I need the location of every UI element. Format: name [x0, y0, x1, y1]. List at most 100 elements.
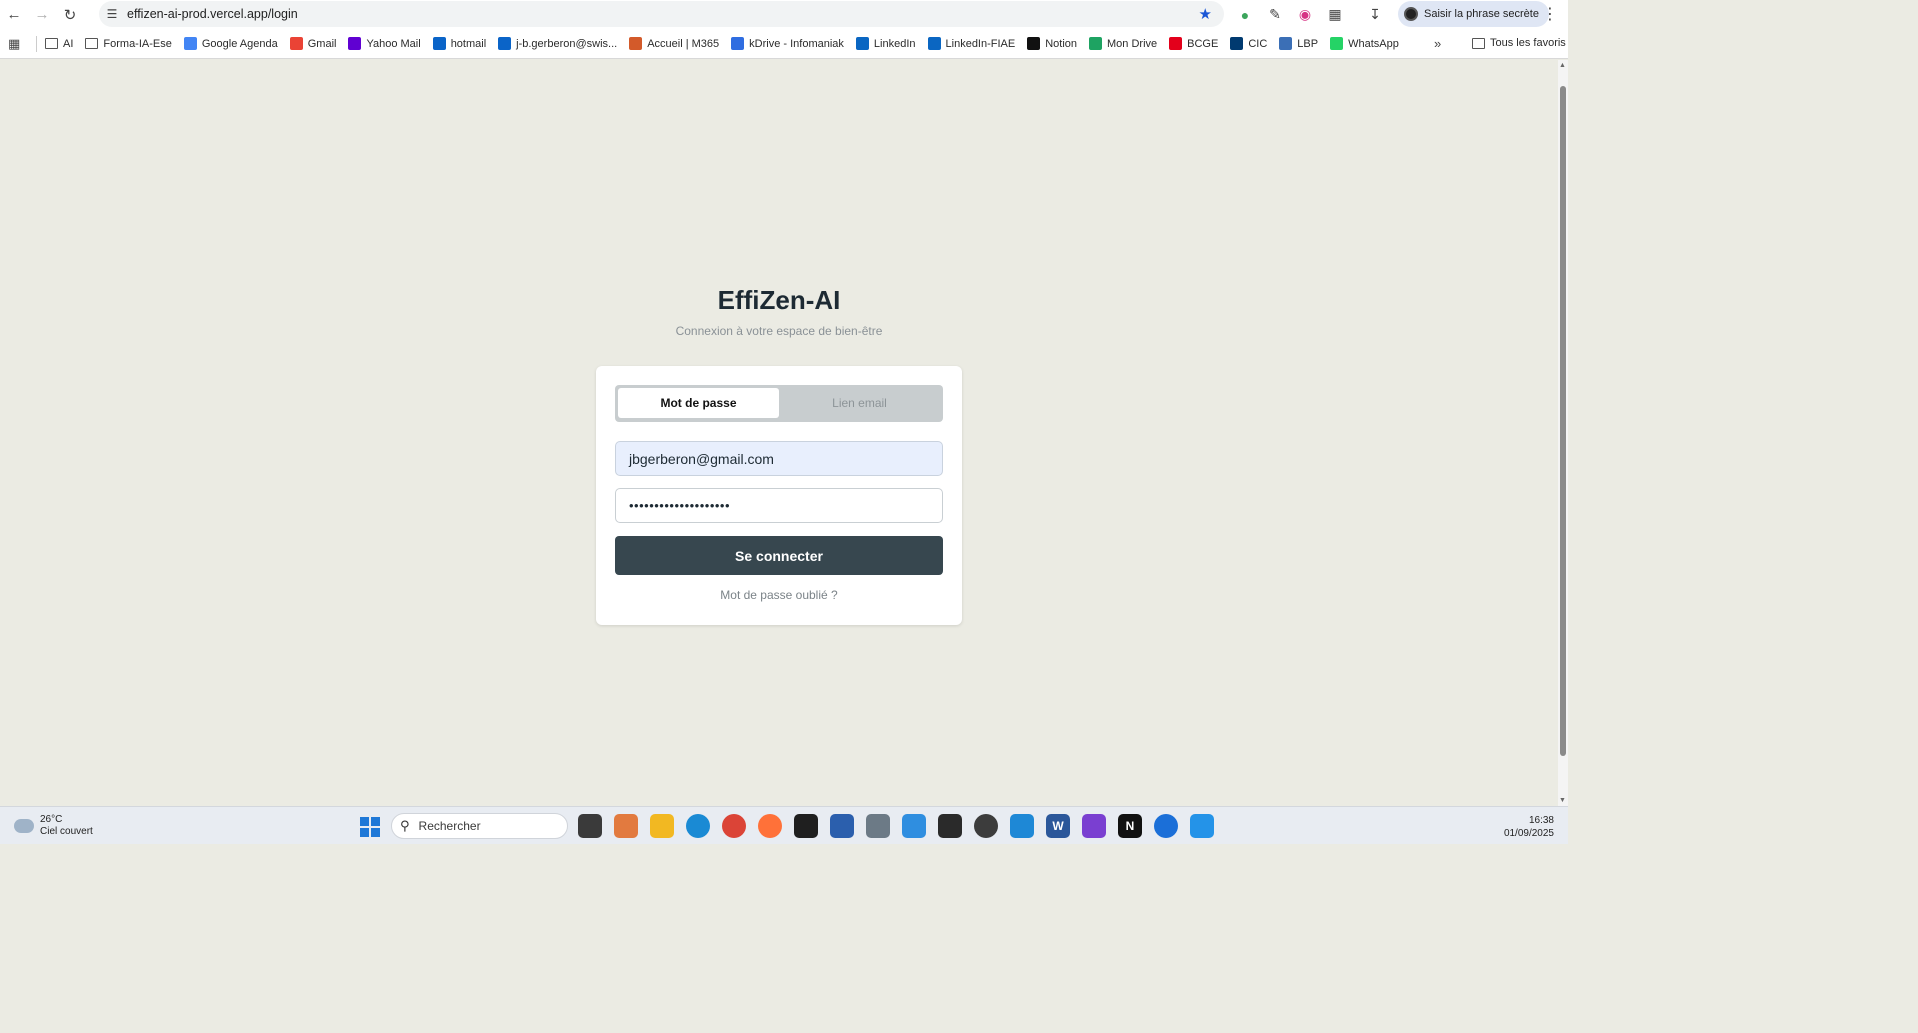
folder-icon: [45, 38, 58, 49]
back-icon[interactable]: ←: [0, 1, 28, 29]
bookmark-item[interactable]: Google Agenda: [183, 37, 278, 50]
login-button[interactable]: Se connecter: [615, 536, 943, 575]
bookmark-item[interactable]: Gmail: [289, 37, 337, 50]
brand-title: EffiZen-AI: [717, 285, 841, 315]
system-clock[interactable]: 16:38 01/09/2025: [1504, 814, 1554, 840]
login-method-tabs: Mot de passe Lien email: [615, 385, 943, 422]
bookmark-label: Mon Drive: [1107, 37, 1158, 50]
address-bar[interactable]: ☰ effizen-ai-prod.vercel.app/login ★: [99, 1, 1224, 27]
apps-grid-icon[interactable]: ▦: [8, 36, 26, 52]
kdrive-icon: [731, 37, 745, 50]
bookmark-label: Gmail: [307, 37, 337, 50]
reload-icon[interactable]: ↻: [56, 1, 84, 29]
clock-time: 16:38: [1528, 815, 1554, 826]
weather-widget[interactable]: 26°C Ciel couvert: [14, 814, 93, 838]
calendar-icon: [183, 37, 197, 50]
bookmark-item[interactable]: LinkedIn-FIAE: [927, 37, 1015, 50]
copilot-icon[interactable]: [614, 814, 638, 838]
notion-icon: [1027, 37, 1041, 50]
bookmark-label: j-b.gerberon@swis...: [516, 37, 618, 50]
chatgpt-icon[interactable]: [974, 814, 998, 838]
login-page: EffiZen-AI Connexion à votre espace de b…: [0, 60, 1558, 806]
bookmark-item[interactable]: kDrive - Infomaniak: [731, 37, 844, 50]
bookmark-label: BCGE: [1187, 37, 1219, 50]
m365-icon: [629, 37, 643, 50]
powershell-icon[interactable]: [830, 814, 854, 838]
bookmark-item[interactable]: Notion: [1027, 37, 1077, 50]
profile-button[interactable]: Saisir la phrase secrète: [1398, 1, 1549, 27]
url-text[interactable]: effizen-ai-prod.vercel.app/login: [127, 7, 298, 21]
terminal-icon[interactable]: [794, 814, 818, 838]
password-field[interactable]: ••••••••••••••••••••: [615, 488, 943, 523]
task-view-icon[interactable]: [578, 814, 602, 838]
bookmark-item[interactable]: Forma-IA-Ese: [85, 38, 172, 50]
windows-taskbar: 26°C Ciel couvert ⚲ Rechercher W N 16:38…: [0, 806, 1568, 844]
bookmark-label: Yahoo Mail: [366, 37, 421, 50]
bookmark-item[interactable]: WhatsApp: [1330, 37, 1399, 50]
firefox-icon[interactable]: [758, 814, 782, 838]
tab-email-link[interactable]: Lien email: [779, 388, 940, 418]
gmail-icon: [289, 37, 303, 50]
bookmark-star-icon[interactable]: ★: [1199, 5, 1212, 23]
chevron-more-icon[interactable]: »: [1434, 36, 1441, 51]
scroll-up-icon[interactable]: ▲: [1559, 62, 1566, 69]
extension-icons: ● ✎ ◉ ▦ ↧: [1232, 0, 1388, 29]
clipchamp-icon[interactable]: [1082, 814, 1106, 838]
bookmark-list: AI Forma-IA-Ese Google Agenda Gmail Yahoo Ma…: [45, 37, 1411, 50]
bookmark-item[interactable]: AI: [45, 38, 73, 50]
vscode-icon[interactable]: [1010, 814, 1034, 838]
bookmark-item[interactable]: Mon Drive: [1089, 37, 1157, 50]
bookmark-item[interactable]: LinkedIn: [855, 37, 916, 50]
folder-icon: [1472, 37, 1485, 49]
edge-icon[interactable]: [686, 814, 710, 838]
bookmark-item[interactable]: hotmail: [432, 37, 486, 50]
bookmark-item[interactable]: j-b.gerberon@swis...: [498, 37, 617, 50]
bookmark-item[interactable]: Accueil | M365: [629, 37, 719, 50]
taskbar-search[interactable]: ⚲ Rechercher: [391, 813, 568, 839]
scroll-thumb[interactable]: [1560, 86, 1566, 756]
eyedropper-icon[interactable]: ✎: [1262, 2, 1288, 28]
command-prompt-icon[interactable]: [938, 814, 962, 838]
camera-icon[interactable]: [866, 814, 890, 838]
bookmark-label: LinkedIn: [873, 37, 916, 50]
email-field[interactable]: jbgerberon@gmail.com: [615, 441, 943, 476]
linkedin-icon: [855, 37, 869, 50]
bookmark-item[interactable]: CIC: [1230, 37, 1267, 50]
windows-start-icon[interactable]: [360, 817, 380, 837]
all-bookmarks-folder[interactable]: Tous les favoris: [1472, 37, 1566, 49]
bookmark-item[interactable]: LBP: [1279, 37, 1318, 50]
cloud-icon: [14, 819, 34, 833]
lbp-icon: [1279, 37, 1293, 50]
site-settings-icon[interactable]: ☰: [99, 7, 125, 21]
profile-label: Saisir la phrase secrète: [1424, 8, 1539, 20]
tab-password[interactable]: Mot de passe: [618, 388, 779, 418]
snipping-tool-icon[interactable]: [902, 814, 926, 838]
folder-icon: [85, 38, 99, 49]
all-bookmarks-label: Tous les favoris: [1490, 37, 1566, 49]
help-search-icon[interactable]: [1154, 814, 1178, 838]
extension-color-icon[interactable]: ◉: [1292, 2, 1318, 28]
notion-icon[interactable]: N: [1118, 814, 1142, 838]
forgot-password-link[interactable]: Mot de passe oublié ?: [596, 588, 962, 602]
bookmark-label: CIC: [1248, 37, 1268, 50]
menu-dots-icon[interactable]: ⋮: [1542, 4, 1558, 24]
scroll-down-icon[interactable]: ▼: [1559, 797, 1566, 804]
bookmark-item[interactable]: Yahoo Mail: [348, 37, 421, 50]
chrome-icon[interactable]: [722, 814, 746, 838]
word-icon[interactable]: W: [1046, 814, 1070, 838]
photos-icon[interactable]: [1190, 814, 1214, 838]
login-card: Mot de passe Lien email jbgerberon@gmail…: [596, 366, 962, 625]
browser-toolbar: ← → ↻ ☰ effizen-ai-prod.vercel.app/login…: [0, 0, 1568, 29]
download-icon[interactable]: ↧: [1362, 2, 1388, 28]
cic-icon: [1230, 37, 1244, 50]
extensions-puzzle-icon[interactable]: ▦: [1322, 2, 1348, 28]
forward-icon[interactable]: →: [28, 1, 56, 29]
brand-tagline: Connexion à votre espace de bien-être: [675, 324, 883, 338]
bookmark-label: Google Agenda: [201, 37, 278, 50]
page-scrollbar[interactable]: ▲ ▼: [1558, 60, 1568, 806]
bcge-icon: [1169, 37, 1183, 50]
file-explorer-icon[interactable]: [650, 814, 674, 838]
outlook-icon: [498, 37, 512, 50]
extension-android-icon[interactable]: ●: [1232, 2, 1258, 28]
bookmark-item[interactable]: BCGE: [1169, 37, 1218, 50]
